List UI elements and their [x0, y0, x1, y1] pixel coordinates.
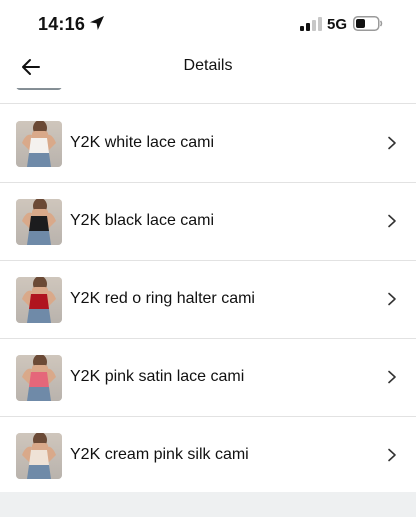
- list-item[interactable]: Y2K black lace cami: [0, 183, 416, 261]
- product-thumbnail: [16, 355, 62, 401]
- nav-bar: Details: [0, 48, 416, 88]
- page-title: Details: [183, 57, 233, 74]
- status-time: 14:16: [38, 14, 86, 34]
- bottom-area: [0, 492, 416, 517]
- item-list: Y2K white lace cami Y2K black lace cami …: [0, 88, 416, 492]
- battery-icon: [353, 16, 383, 31]
- signal-bars-icon: [300, 17, 322, 31]
- list-item[interactable]: Y2K cream pink silk cami: [0, 417, 416, 492]
- item-label: Y2K white lace cami: [70, 134, 215, 151]
- item-label: Y2K cream pink silk cami: [70, 446, 249, 463]
- item-label: Y2K pink satin lace cami: [70, 368, 245, 385]
- chevron-right-icon: [388, 448, 396, 462]
- chevron-right-icon: [388, 292, 396, 306]
- list-item[interactable]: Y2K red o ring halter cami: [0, 261, 416, 339]
- product-thumbnail: [16, 88, 62, 90]
- chevron-right-icon: [388, 370, 396, 384]
- list-item-partial[interactable]: [0, 88, 416, 104]
- list-item[interactable]: Y2K white lace cami: [0, 105, 416, 183]
- item-label: Y2K black lace cami: [70, 212, 215, 229]
- product-thumbnail: [16, 433, 62, 479]
- chevron-right-icon: [388, 136, 396, 150]
- product-thumbnail: [16, 277, 62, 323]
- status-bar: 14:16 5G: [0, 0, 416, 48]
- location-arrow-icon: [90, 16, 104, 30]
- product-thumbnail: [16, 121, 62, 167]
- network-label: 5G: [327, 16, 348, 33]
- item-label: Y2K red o ring halter cami: [70, 290, 255, 307]
- product-thumbnail: [16, 199, 62, 245]
- list-item[interactable]: Y2K pink satin lace cami: [0, 339, 416, 417]
- chevron-right-icon: [388, 214, 396, 228]
